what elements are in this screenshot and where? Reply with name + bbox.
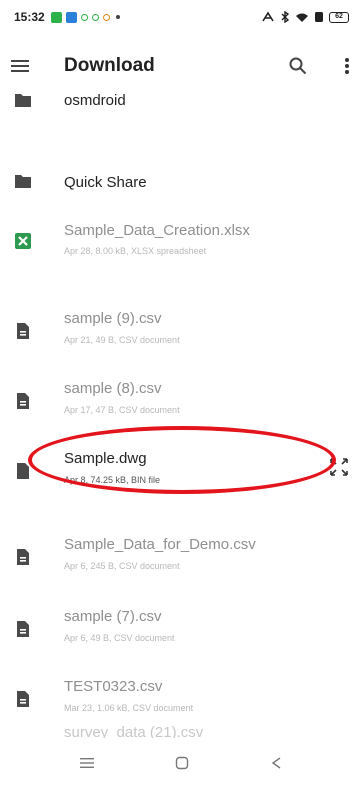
list-item[interactable]: sample (8).csv Apr 17, 47 B, CSV documen… <box>0 374 363 436</box>
back-button[interactable] <box>261 748 291 778</box>
list-item[interactable]: sample (9).csv Apr 21, 49 B, CSV documen… <box>0 304 363 366</box>
mute-icon <box>262 11 274 22</box>
expand-icon[interactable] <box>329 457 349 477</box>
home-button[interactable] <box>167 748 197 778</box>
folder-icon <box>15 94 31 107</box>
file-name: Quick Share <box>64 174 147 191</box>
status-time: 15:32 <box>14 10 45 24</box>
sim-icon <box>315 12 323 22</box>
file-name: sample (7).csv <box>64 608 162 625</box>
file-meta: Apr 6, 245 B, CSV document <box>64 561 180 571</box>
hamburger-menu-icon <box>11 60 29 72</box>
system-icons: 62 <box>261 11 349 23</box>
file-meta: Apr 8, 74.25 kB, BIN file <box>64 475 161 485</box>
file-meta: Mar 23, 1.06 kB, CSV document <box>64 703 194 713</box>
file-meta: Apr 6, 49 B, CSV document <box>64 633 175 643</box>
folder-icon <box>15 175 31 188</box>
more-notifications-icon <box>115 15 120 19</box>
file-icon <box>17 463 29 479</box>
list-item[interactable]: Sample.dwg Apr 8, 74.25 kB, BIN file <box>0 444 363 506</box>
bluetooth-icon <box>281 11 290 23</box>
recents-button[interactable] <box>72 748 102 778</box>
navigation-bar <box>0 738 363 788</box>
file-name: sample (8).csv <box>64 380 162 397</box>
app-notification-icon <box>80 13 88 21</box>
file-name: Sample.dwg <box>64 450 147 467</box>
app-notification-icon <box>50 11 62 23</box>
document-icon <box>17 323 29 339</box>
file-name: osmdroid <box>64 92 126 109</box>
document-icon <box>17 393 29 409</box>
excel-icon <box>15 233 31 249</box>
document-icon <box>17 549 29 565</box>
list-item[interactable]: Quick Share <box>0 152 363 214</box>
list-item[interactable]: Sample_Data_for_Demo.csv Apr 6, 245 B, C… <box>0 530 363 592</box>
file-meta: Apr 17, 47 B, CSV document <box>64 405 180 415</box>
file-name: sample (9).csv <box>64 310 162 327</box>
list-item[interactable]: Sample_Data_Creation.xlsx Apr 28, 8.00 k… <box>0 212 363 274</box>
back-icon <box>271 757 281 769</box>
battery-icon: 62 <box>329 11 349 23</box>
list-item[interactable]: osmdroid <box>0 72 363 134</box>
file-name: Sample_Data_for_Demo.csv <box>64 536 256 553</box>
file-meta: Apr 21, 49 B, CSV document <box>64 335 180 345</box>
settings-notification-icon <box>102 13 110 21</box>
list-item[interactable]: sample (7).csv Apr 6, 49 B, CSV document <box>0 602 363 664</box>
recents-icon <box>80 758 94 768</box>
notification-icons <box>50 11 120 23</box>
file-name: Sample_Data_Creation.xlsx <box>64 222 250 239</box>
document-icon <box>17 621 29 637</box>
app-notification-icon <box>65 11 77 23</box>
wifi-icon <box>296 13 308 22</box>
document-icon <box>17 691 29 707</box>
status-bar: 15:32 62 <box>0 0 363 34</box>
app-notification-icon <box>91 13 99 21</box>
file-meta: Apr 28, 8.00 kB, XLSX spreadsheet <box>64 246 207 256</box>
home-icon <box>175 756 189 770</box>
file-name: TEST0323.csv <box>64 678 163 695</box>
